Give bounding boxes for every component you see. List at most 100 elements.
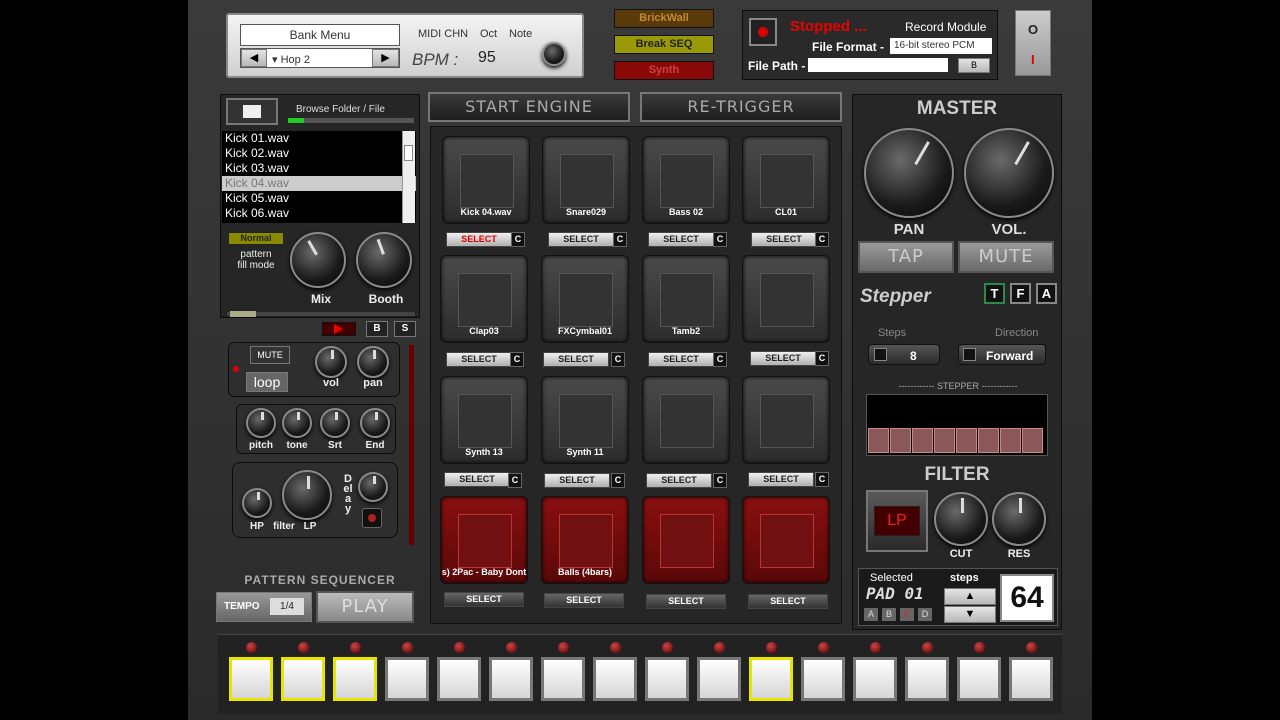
next-preset-button[interactable]: ▶ bbox=[372, 49, 399, 67]
start-engine-button[interactable]: START ENGINE bbox=[428, 92, 630, 122]
prev-preset-button[interactable]: ◀ bbox=[241, 49, 267, 67]
retrigger-button[interactable]: RE-TRIGGER bbox=[640, 92, 842, 122]
steps-down-button[interactable]: ▼ bbox=[944, 606, 996, 623]
pad-14-select-button[interactable]: SELECT bbox=[544, 593, 624, 608]
sequencer-step-8[interactable] bbox=[593, 657, 637, 701]
stepper-cell[interactable] bbox=[956, 428, 977, 453]
master-pan-knob[interactable] bbox=[864, 128, 954, 218]
delay-knob[interactable] bbox=[358, 472, 388, 502]
pad-7-select-button[interactable]: SELECT bbox=[648, 352, 714, 367]
end-knob[interactable] bbox=[360, 408, 390, 438]
pad-2-c-button[interactable]: C bbox=[613, 232, 627, 247]
pad-8-c-button[interactable]: C bbox=[815, 351, 829, 366]
pad-14[interactable]: Balls (4bars) bbox=[541, 496, 629, 584]
sequencer-step-13[interactable] bbox=[853, 657, 897, 701]
tempo-select[interactable]: 1/4 bbox=[270, 598, 304, 615]
sequencer-step-2[interactable] bbox=[281, 657, 325, 701]
pad-9-select-button[interactable]: SELECT bbox=[444, 472, 510, 487]
pad-5[interactable]: Clap03 bbox=[440, 255, 528, 343]
stepper-cell[interactable] bbox=[912, 428, 933, 453]
res-knob[interactable] bbox=[992, 492, 1046, 546]
mode-brickwall-button[interactable]: BrickWall bbox=[614, 9, 714, 28]
pad-16-select-button[interactable]: SELECT bbox=[748, 594, 828, 609]
file-path-input[interactable] bbox=[808, 58, 948, 72]
vol-knob[interactable] bbox=[315, 346, 347, 378]
stepper-cell[interactable] bbox=[890, 428, 911, 453]
play-button[interactable]: PLAY bbox=[316, 591, 414, 623]
pad-3[interactable]: Bass 02 bbox=[642, 136, 730, 224]
steps-up-button[interactable]: ▲ bbox=[944, 588, 996, 605]
cut-knob[interactable] bbox=[934, 492, 988, 546]
pad-11[interactable] bbox=[642, 376, 730, 464]
file-path-browse-button[interactable]: B bbox=[958, 58, 990, 73]
pad-15[interactable] bbox=[642, 496, 730, 584]
sequencer-step-16[interactable] bbox=[1009, 657, 1053, 701]
pan-knob[interactable] bbox=[357, 346, 389, 378]
sequencer-step-14[interactable] bbox=[905, 657, 949, 701]
sequencer-step-12[interactable] bbox=[801, 657, 845, 701]
stepper-cell[interactable] bbox=[934, 428, 955, 453]
file-list-item-selected[interactable]: Kick 04.wav bbox=[222, 176, 416, 191]
pad-6[interactable]: FXCymbal01 bbox=[541, 255, 629, 343]
pad-12-select-button[interactable]: SELECT bbox=[748, 472, 814, 487]
s-button[interactable]: S bbox=[394, 321, 416, 337]
fill-mode-button[interactable]: Normal bbox=[228, 232, 284, 245]
pad-3-select-button[interactable]: SELECT bbox=[648, 232, 714, 247]
pad-10[interactable]: Synth 11 bbox=[541, 376, 629, 464]
pad-13-select-button[interactable]: SELECT bbox=[444, 592, 524, 607]
pitch-knob[interactable] bbox=[246, 408, 276, 438]
booth-knob[interactable] bbox=[356, 232, 412, 288]
stepper-f-button[interactable]: F bbox=[1010, 283, 1031, 304]
pad-6-c-button[interactable]: C bbox=[611, 352, 625, 367]
stepper-a-button[interactable]: A bbox=[1036, 283, 1057, 304]
master-vol-knob[interactable] bbox=[964, 128, 1054, 218]
pad-4[interactable]: CL01 bbox=[742, 136, 830, 224]
file-format-select[interactable]: 16-bit stereo PCM bbox=[890, 38, 992, 54]
sequencer-step-7[interactable] bbox=[541, 657, 585, 701]
file-list-item[interactable]: Kick 01.wav bbox=[222, 131, 416, 146]
sample-position-thumb[interactable] bbox=[230, 311, 256, 317]
bank-c-button[interactable]: C bbox=[900, 608, 914, 621]
mute-button[interactable]: MUTE bbox=[250, 346, 290, 364]
mode-breakseq-button[interactable]: Break SEQ bbox=[614, 35, 714, 54]
hp-knob[interactable] bbox=[242, 488, 272, 518]
sequencer-step-9[interactable] bbox=[645, 657, 689, 701]
sequencer-step-6[interactable] bbox=[489, 657, 533, 701]
stepper-cell[interactable] bbox=[1000, 428, 1021, 453]
bank-a-button[interactable]: A bbox=[864, 608, 878, 621]
sample-slider-track[interactable] bbox=[409, 345, 414, 545]
b-button[interactable]: B bbox=[366, 321, 388, 337]
pad-5-select-button[interactable]: SELECT bbox=[446, 352, 512, 367]
sequencer-step-11[interactable] bbox=[749, 657, 793, 701]
pad-1-c-button[interactable]: C bbox=[511, 232, 525, 247]
pad-6-select-button[interactable]: SELECT bbox=[543, 352, 609, 367]
sequencer-step-3[interactable] bbox=[333, 657, 377, 701]
stepper-cell[interactable] bbox=[978, 428, 999, 453]
file-list-item[interactable]: Kick 02.wav bbox=[222, 146, 416, 161]
pad-5-c-button[interactable]: C bbox=[510, 352, 524, 367]
stepper-cell[interactable] bbox=[868, 428, 889, 453]
file-list[interactable]: Kick 01.wav Kick 02.wav Kick 03.wav Kick… bbox=[222, 131, 416, 223]
file-list-item[interactable]: Kick 05.wav bbox=[222, 191, 416, 206]
pad-15-select-button[interactable]: SELECT bbox=[646, 594, 726, 609]
pad-10-select-button[interactable]: SELECT bbox=[544, 473, 610, 488]
pad-9-c-button[interactable]: C bbox=[508, 473, 522, 488]
pad-4-c-button[interactable]: C bbox=[815, 232, 829, 247]
tap-button[interactable]: TAP bbox=[858, 241, 954, 273]
sequencer-step-5[interactable] bbox=[437, 657, 481, 701]
pad-8[interactable] bbox=[742, 255, 830, 343]
sequencer-step-4[interactable] bbox=[385, 657, 429, 701]
filter-knob[interactable] bbox=[282, 470, 332, 520]
pad-12[interactable] bbox=[742, 376, 830, 464]
bank-d-button[interactable]: D bbox=[918, 608, 932, 621]
pad-11-c-button[interactable]: C bbox=[713, 473, 727, 488]
sequencer-step-1[interactable] bbox=[229, 657, 273, 701]
pad-7[interactable]: Tamb2 bbox=[642, 255, 730, 343]
bank-b-button[interactable]: B bbox=[882, 608, 896, 621]
mix-knob[interactable] bbox=[290, 232, 346, 288]
pad-2-select-button[interactable]: SELECT bbox=[548, 232, 614, 247]
start-knob[interactable] bbox=[320, 408, 350, 438]
pad-1-select-button[interactable]: SELECT bbox=[446, 232, 512, 247]
bpm-knob[interactable] bbox=[542, 42, 566, 66]
pad-13[interactable]: s) 2Pac - Baby Dont bbox=[440, 496, 528, 584]
